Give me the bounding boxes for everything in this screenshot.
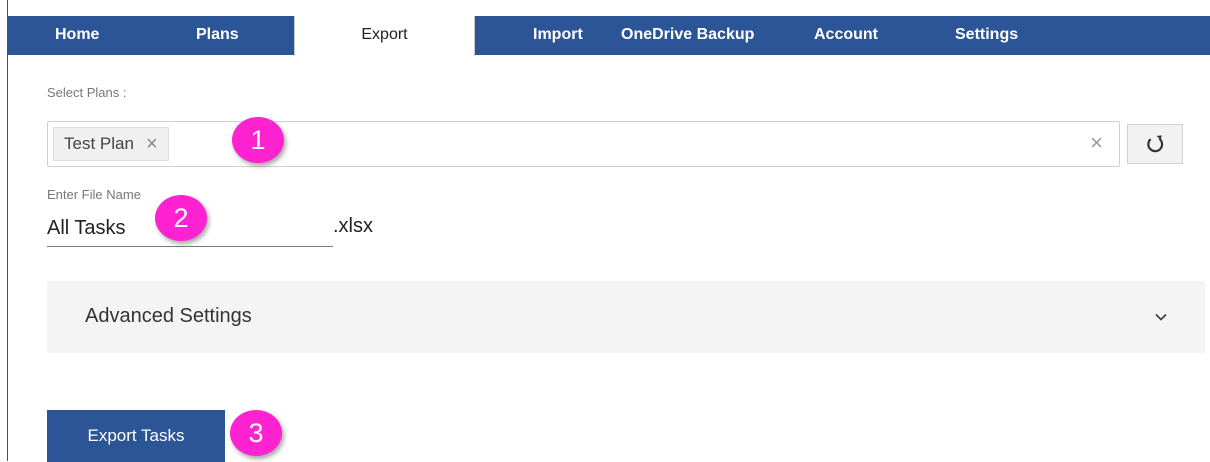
close-icon[interactable]: × [146, 134, 158, 154]
selected-plan-chip: Test Plan × [53, 127, 169, 161]
step-marker-1: 1 [232, 117, 284, 163]
selected-plan-label: Test Plan [64, 134, 134, 153]
tab-plans[interactable]: Plans [196, 16, 239, 55]
tab-home[interactable]: Home [55, 16, 99, 55]
step-marker-3: 3 [230, 410, 282, 456]
plan-select-input[interactable]: Test Plan × × [47, 121, 1120, 167]
advanced-settings-label: Advanced Settings [85, 305, 252, 327]
refresh-button[interactable] [1127, 124, 1183, 164]
step-marker-2: 2 [155, 195, 207, 241]
advanced-settings-panel[interactable]: Advanced Settings [47, 281, 1205, 353]
tab-import[interactable]: Import [533, 16, 583, 55]
refresh-icon [1147, 135, 1164, 153]
tab-account[interactable]: Account [814, 16, 878, 55]
select-plans-label: Select Plans : [47, 85, 127, 100]
chevron-down-icon [1155, 313, 1167, 321]
file-name-label: Enter File Name [47, 187, 141, 202]
nav-bar: Home Plans Export Import OneDrive Backup… [8, 16, 1210, 56]
export-tasks-button[interactable]: Export Tasks [47, 410, 225, 462]
tab-settings[interactable]: Settings [955, 16, 1018, 55]
tab-export[interactable]: Export [294, 16, 475, 56]
file-extension: .xlsx [333, 215, 373, 237]
tab-onedrive-backup[interactable]: OneDrive Backup [621, 16, 754, 55]
close-icon[interactable]: × [1090, 132, 1103, 154]
